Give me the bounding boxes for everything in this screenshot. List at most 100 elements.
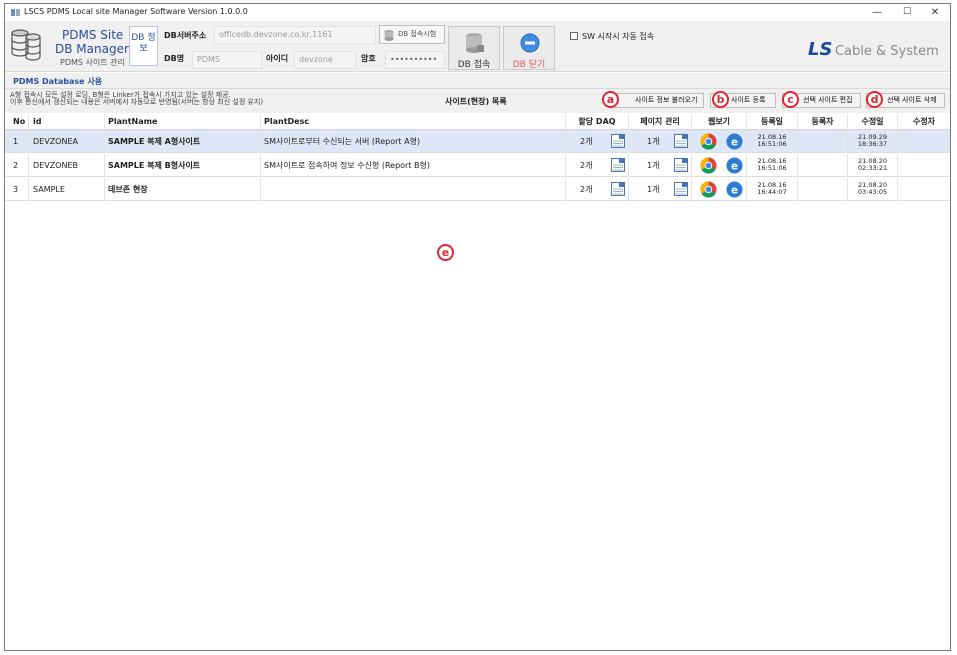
row-daq-cell: 2개 — [566, 178, 629, 201]
col-no[interactable]: No — [5, 114, 29, 130]
table-row[interactable]: 1 DEVZONEA SAMPLE 복제 A형사이트 SM사이트로부터 수신되는… — [5, 130, 950, 153]
edit-site-label: 선택 사이트 편집 — [803, 96, 853, 104]
chrome-icon[interactable] — [700, 157, 717, 174]
regdate-time: 16:51:06 — [757, 140, 787, 148]
row-pages-cell: 1개 — [629, 130, 692, 153]
col-daq[interactable]: 할당 DAQ — [566, 114, 629, 130]
moddate-time: 03:43:05 — [857, 188, 888, 196]
app-window: LSCS PDMS Local site Manager Software Ve… — [4, 3, 951, 651]
site-list-title: 사이트(현장) 목록 — [445, 97, 507, 106]
svg-text:e: e — [731, 160, 738, 172]
marker-e: e — [437, 244, 454, 261]
brand-line1: PDMS Site — [62, 28, 124, 42]
daq-document-icon[interactable] — [611, 158, 625, 172]
page-document-icon[interactable] — [674, 134, 688, 148]
load-site-info-label: 사이트 정보 불러오기 — [635, 96, 698, 104]
db-info-tab[interactable]: DB 정보 — [129, 26, 158, 66]
col-plantdesc[interactable]: PlantDesc — [261, 114, 566, 130]
row-reguser — [798, 130, 848, 153]
db-test-button[interactable]: DB 접속시험 — [379, 25, 445, 44]
col-regdate[interactable]: 등록일 — [747, 114, 798, 130]
row-no: 3 — [5, 178, 29, 201]
row-moduser — [898, 130, 950, 153]
delete-site-label: 선택 사이트 삭제 — [887, 96, 937, 104]
svg-text:e: e — [731, 184, 738, 196]
logo-text: Cable & System — [834, 44, 939, 59]
row-no: 1 — [5, 130, 29, 153]
brand-subtitle: PDMS 사이트 관리 — [60, 58, 125, 67]
load-site-info-button[interactable]: 사이트 정보 불러오기 — [614, 93, 704, 108]
db-connect-label: DB 접속 — [457, 60, 491, 70]
info-line2: 이후 통신에서 갱신되는 내용은 서버에서 자동으로 반영됨(서버는 항상 최신… — [10, 98, 264, 106]
brand-line2: DB Manager — [55, 42, 129, 56]
edge-icon[interactable]: e — [726, 133, 743, 150]
col-pages[interactable]: 페이지 관리 — [629, 114, 692, 130]
table-row[interactable]: 2 DEVZONEB SAMPLE 복제 B형사이트 SM사이트로 접속하여 정… — [5, 154, 950, 177]
marker-b: b — [712, 91, 729, 108]
server-label: DB서버주소 — [164, 31, 207, 40]
logo-ls: LS — [808, 39, 833, 60]
row-moddate: 21.08.20 02:33:21 — [848, 154, 898, 177]
row-moduser — [898, 178, 950, 201]
table-row[interactable]: 3 SAMPLE 데브존 현장 2개 1개 e 21.08.16 16:44:07… — [5, 178, 950, 201]
row-reguser — [798, 154, 848, 177]
row-pages: 1개 — [647, 185, 660, 194]
row-plantname: SAMPLE 복제 A형사이트 — [105, 130, 261, 153]
close-button[interactable]: ✕ — [920, 4, 950, 21]
page-document-icon[interactable] — [674, 182, 688, 196]
page-document-icon[interactable] — [674, 158, 688, 172]
chrome-icon[interactable] — [700, 133, 717, 150]
info-bar: A형 접속시 모든 설정 로딩, B형은 Linker가 접속시 가지고 있는 … — [5, 89, 950, 113]
col-moddate[interactable]: 수정일 — [848, 114, 898, 130]
moddate-time: 18:36:37 — [857, 140, 888, 148]
db-close-label: DB 닫기 — [512, 60, 546, 70]
dbname-field[interactable]: PDMS — [192, 51, 262, 69]
edge-icon[interactable]: e — [726, 181, 743, 198]
row-pages-cell: 1개 — [629, 154, 692, 177]
col-plantname[interactable]: PlantName — [105, 114, 261, 130]
row-plantname: SAMPLE 복제 B형사이트 — [105, 154, 261, 177]
id-field[interactable]: devzone — [294, 51, 356, 69]
row-plantdesc: SM사이트로부터 수신되는 서버 (Report A형) — [261, 130, 566, 153]
row-daq-cell: 2개 — [566, 130, 629, 153]
db-connect-button[interactable]: DB 접속 — [448, 26, 500, 70]
server-field[interactable]: officedb.devzone.co.kr,1161 — [214, 26, 376, 44]
connection-toolbar: PDMS Site DB Manager PDMS 사이트 관리 DB 정보 D… — [5, 21, 950, 72]
marker-c: c — [782, 91, 799, 108]
row-daq: 2개 — [580, 161, 593, 170]
app-icon — [11, 9, 20, 16]
row-pages: 1개 — [647, 161, 660, 170]
section-header: PDMS Database 사용 — [5, 73, 950, 89]
row-pages: 1개 — [647, 137, 660, 146]
moddate-time: 02:33:21 — [857, 164, 888, 172]
col-id[interactable]: id — [29, 114, 105, 130]
row-no: 2 — [5, 154, 29, 177]
database-stack-icon — [11, 29, 41, 61]
minimize-button[interactable]: — — [862, 4, 892, 21]
row-web-cell: e — [692, 154, 747, 177]
dbname-label: DB명 — [164, 54, 185, 63]
daq-document-icon[interactable] — [611, 182, 625, 196]
row-daq-cell: 2개 — [566, 154, 629, 177]
company-logo: LS Cable & System — [808, 39, 939, 61]
row-moddate: 21.09.29 18:36:37 — [848, 130, 898, 153]
col-reguser[interactable]: 등록자 — [798, 114, 848, 130]
register-site-label: 사이트 등록 — [731, 96, 766, 104]
edge-icon[interactable]: e — [726, 157, 743, 174]
regdate-time: 16:51:06 — [757, 164, 787, 172]
autoconnect-checkbox[interactable] — [570, 32, 578, 40]
chrome-icon[interactable] — [700, 181, 717, 198]
row-id: SAMPLE — [29, 178, 105, 201]
daq-document-icon[interactable] — [611, 134, 625, 148]
password-field[interactable]: •••••••••• — [385, 51, 445, 69]
row-plantdesc — [261, 178, 566, 201]
maximize-button[interactable]: ☐ — [892, 4, 922, 21]
row-reguser — [798, 178, 848, 201]
col-web[interactable]: 웹보기 — [692, 114, 747, 130]
grid-header: No id PlantName PlantDesc 할당 DAQ 페이지 관리 … — [5, 114, 950, 130]
title-bar: LSCS PDMS Local site Manager Software Ve… — [5, 4, 950, 21]
row-regdate: 21.08.16 16:51:06 — [747, 130, 798, 153]
row-id: DEVZONEB — [29, 154, 105, 177]
db-close-button[interactable]: DB 닫기 — [503, 26, 555, 70]
col-moduser[interactable]: 수정자 — [898, 114, 950, 130]
